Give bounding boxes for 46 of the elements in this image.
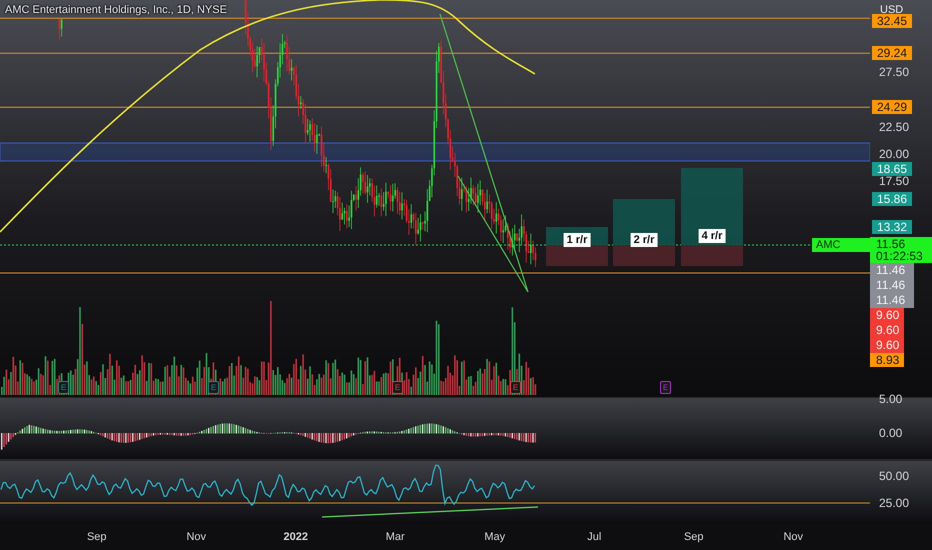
risk-zone bbox=[681, 245, 743, 266]
time-label: Jul bbox=[587, 530, 602, 542]
price-tick: 22.50 bbox=[879, 120, 910, 134]
earnings-marker[interactable]: E bbox=[208, 381, 219, 394]
symbol-tag: AMC bbox=[812, 238, 872, 252]
price-tick: 27.50 bbox=[879, 65, 910, 80]
price-tag: 9.60 bbox=[870, 338, 904, 353]
time-label: Sep bbox=[86, 530, 107, 542]
risk-reward-label: 1 r/r bbox=[564, 233, 590, 247]
reward-zone bbox=[613, 199, 675, 245]
last-price: 11.56 bbox=[876, 238, 906, 250]
price-tag: 18.65 bbox=[872, 162, 912, 176]
earnings-marker[interactable]: E bbox=[392, 381, 403, 394]
risk-reward-label: 4 r/r bbox=[698, 229, 726, 243]
time-label: 2022 bbox=[284, 530, 308, 542]
time-label: Mar bbox=[386, 530, 405, 542]
price-tag: 9.60 bbox=[870, 323, 904, 338]
risk-reward-label: 2 r/r bbox=[630, 233, 658, 247]
time-label: Nov bbox=[783, 530, 804, 542]
price-tag: 11.46 bbox=[870, 293, 914, 308]
macd-tick: 0.00 bbox=[879, 426, 902, 440]
price-tag: 29.24 bbox=[872, 46, 912, 60]
risk-zone bbox=[546, 245, 608, 266]
time-label: Nov bbox=[186, 530, 206, 542]
rsi-tick: 25.00 bbox=[879, 496, 910, 510]
rsi-tick: 50.00 bbox=[879, 469, 910, 483]
price-tag: 9.60 bbox=[870, 308, 904, 323]
earnings-marker[interactable]: E bbox=[660, 381, 671, 394]
price-tag: 11.46 bbox=[870, 263, 914, 278]
earnings-marker[interactable]: E bbox=[58, 381, 69, 394]
price-tick: 20.00 bbox=[879, 147, 910, 161]
earnings-marker[interactable]: E bbox=[510, 381, 521, 394]
price-tag: 11.46 bbox=[870, 278, 914, 293]
time-label: May bbox=[484, 530, 506, 542]
bar-countdown: 01:22:53 bbox=[876, 250, 924, 262]
price-tick: 17.50 bbox=[879, 174, 910, 188]
currency-label: USD bbox=[880, 4, 904, 16]
risk-zone bbox=[613, 245, 675, 266]
price-tag: 8.93 bbox=[870, 353, 904, 367]
price-tag: 13.32 bbox=[872, 220, 912, 234]
macd-tick: 5.00 bbox=[879, 392, 902, 406]
time-label: Sep bbox=[684, 530, 704, 542]
price-tag: 32.45 bbox=[872, 14, 912, 28]
chart-title: AMC Entertainment Holdings, Inc., 1D, NYSE bbox=[5, 4, 227, 16]
price-tag: 24.29 bbox=[872, 100, 912, 114]
price-tag: 15.86 bbox=[872, 192, 912, 206]
